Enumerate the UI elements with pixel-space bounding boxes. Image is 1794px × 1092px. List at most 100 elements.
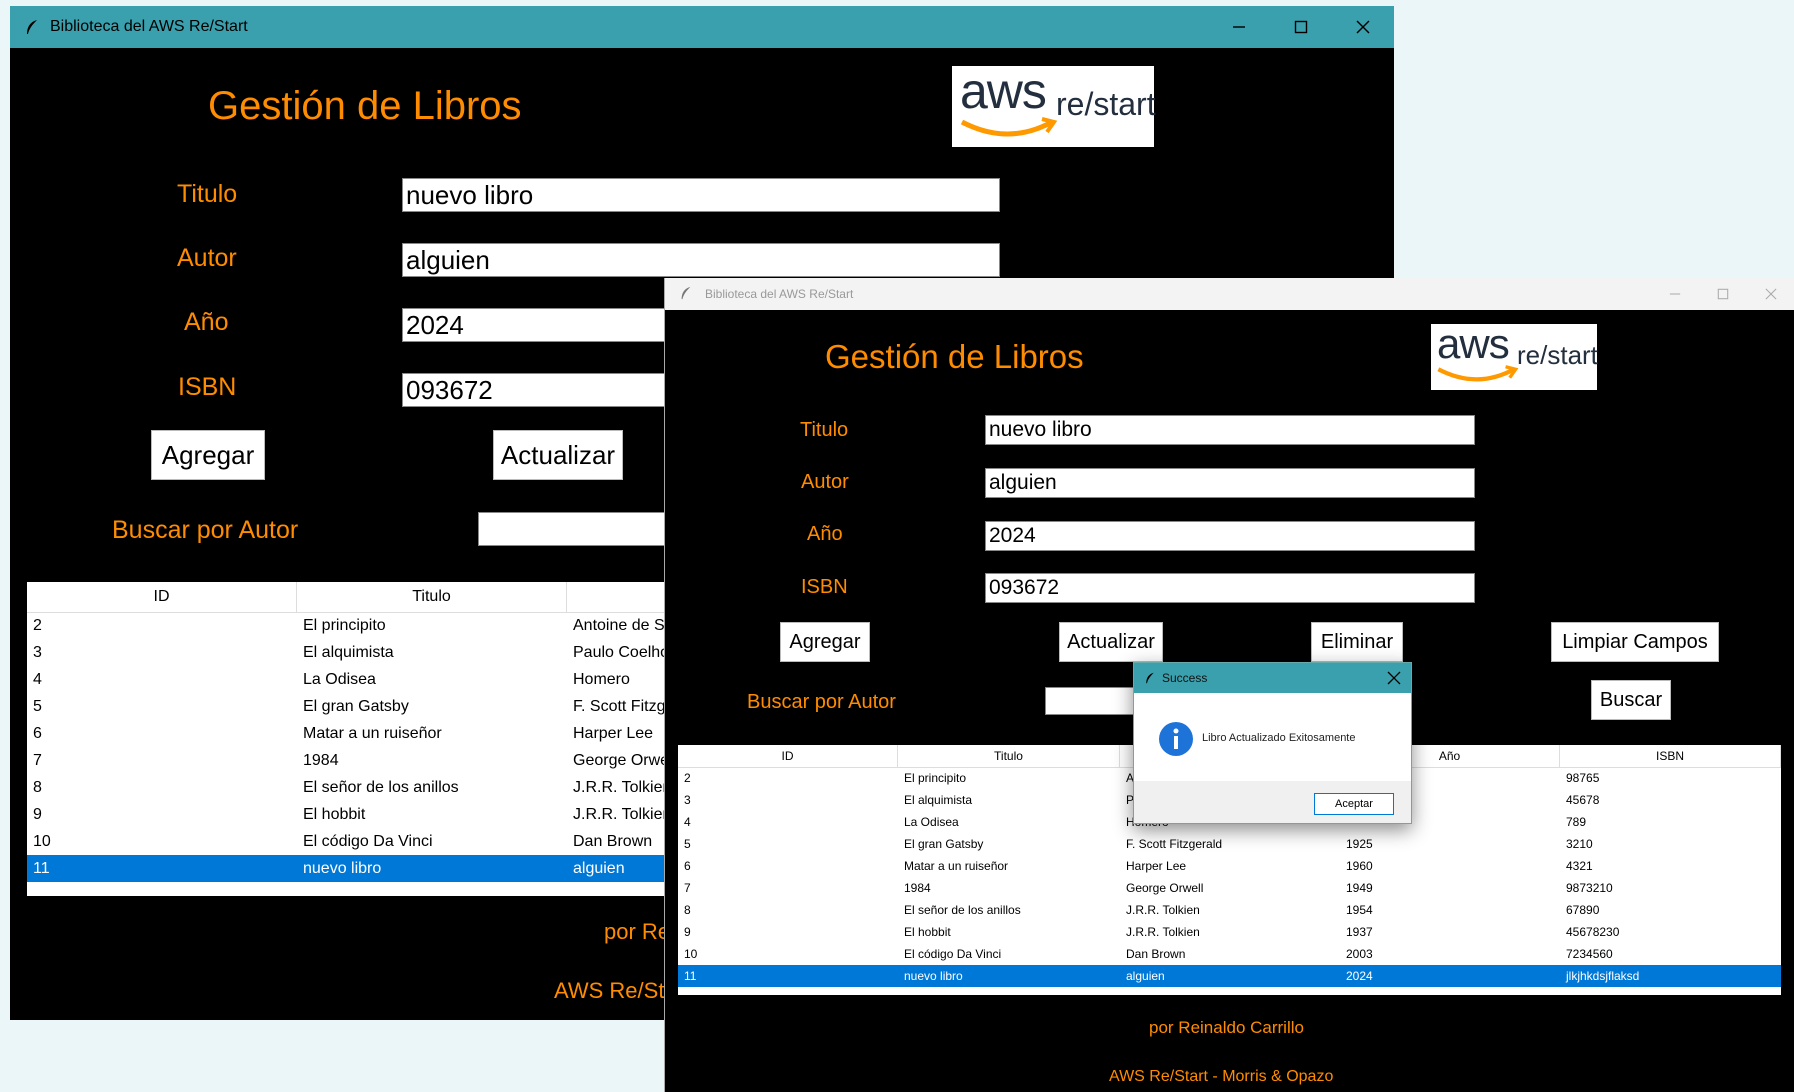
table-cell: 11 (684, 969, 697, 983)
table-cell: 789 (1566, 815, 1587, 829)
actualizar-button[interactable]: Actualizar (493, 430, 623, 480)
window-title: Biblioteca del AWS Re/Start (50, 18, 248, 35)
table-row[interactable]: 6 Matar a un ruiseñor Harper Lee 1960 4321 (678, 855, 1781, 877)
table-cell: 1949 (1346, 881, 1373, 895)
dialog-titlebar[interactable]: Success (1134, 663, 1411, 693)
table-cell: El principito (904, 771, 967, 785)
column-header-id[interactable]: ID (678, 745, 898, 767)
titulo-input[interactable]: nuevo libro (985, 415, 1475, 445)
actualizar-button[interactable]: Actualizar (1059, 622, 1163, 662)
table-cell: 7 (684, 881, 691, 895)
info-icon (1158, 721, 1194, 762)
column-header-titulo[interactable]: Titulo (898, 745, 1120, 767)
isbn-input[interactable]: 093672 (985, 573, 1475, 603)
table-cell: 1925 (1346, 837, 1373, 851)
footer-author: por Re (604, 919, 671, 944)
titulo-label: Titulo (177, 180, 238, 208)
table-cell: 2003 (1346, 947, 1373, 961)
buscar-autor-input[interactable] (1045, 687, 1135, 715)
table-cell: 5 (684, 837, 691, 851)
table-cell: 9 (33, 806, 42, 823)
dialog-message: Libro Actualizado Exitosamente (1202, 732, 1356, 744)
column-header-titulo[interactable]: Titulo (297, 582, 567, 612)
table-cell: El principito (303, 617, 386, 634)
table-cell: El código Da Vinci (904, 947, 1002, 961)
table-cell: El hobbit (904, 925, 951, 939)
table-cell: Matar a un ruiseñor (303, 725, 442, 742)
eliminar-button[interactable]: Eliminar (1311, 622, 1403, 662)
table-cell: 7 (33, 752, 42, 769)
table-row[interactable]: 10 El código Da Vinci Dan Brown 2003 7234560 (678, 943, 1781, 965)
window-titlebar[interactable]: Biblioteca del AWS Re/Start (665, 278, 1794, 310)
table-cell: 4 (684, 815, 691, 829)
page-title: Gestión de Libros (825, 338, 1084, 375)
table-row[interactable]: 7 1984 George Orwell 1949 9873210 (678, 877, 1781, 899)
buscar-button[interactable]: Buscar (1591, 680, 1671, 720)
table-cell: nuevo libro (904, 969, 963, 983)
agregar-button[interactable]: Agregar (780, 622, 870, 662)
close-icon[interactable] (1387, 671, 1401, 685)
table-cell: 6 (684, 859, 691, 873)
column-header-isbn[interactable]: ISBN (1560, 745, 1781, 767)
table-cell: 3 (684, 793, 691, 807)
isbn-label: ISBN (178, 373, 237, 401)
maximize-icon[interactable] (1699, 278, 1747, 310)
table-row[interactable]: 5 El gran Gatsby F. Scott Fitzgerald 1925 32… (678, 833, 1781, 855)
table-cell: La Odisea (303, 671, 376, 688)
table-cell: J.R.R. Tolkien (1126, 925, 1200, 939)
table-cell: 67890 (1566, 903, 1600, 917)
limpiar-campos-button[interactable]: Limpiar Campos (1551, 622, 1719, 662)
table-cell: 9873210 (1566, 881, 1613, 895)
maximize-icon[interactable] (1270, 6, 1332, 48)
window-titlebar[interactable]: Biblioteca del AWS Re/Start (10, 6, 1394, 48)
table-row[interactable]: 11 nuevo libro alguien 2024 jlkjhkdsjflaksd (678, 965, 1781, 987)
feather-icon (24, 19, 40, 35)
column-header-id[interactable]: ID (27, 582, 297, 612)
buscar-autor-label: Buscar por Autor (747, 691, 896, 713)
table-cell: El alquimista (303, 644, 394, 661)
table-cell: 2 (684, 771, 691, 785)
table-cell: El gran Gatsby (904, 837, 984, 851)
autor-label: Autor (801, 471, 849, 493)
agregar-button[interactable]: Agregar (151, 430, 265, 480)
feather-icon (679, 286, 695, 302)
titulo-input[interactable]: nuevo libro (402, 178, 1000, 212)
autor-label: Autor (177, 244, 237, 272)
table-cell: La Odisea (904, 815, 959, 829)
feather-icon (1144, 672, 1156, 684)
table-cell: El código Da Vinci (303, 833, 433, 850)
minimize-icon[interactable] (1651, 278, 1699, 310)
table-row[interactable]: 8 El señor de los anillos J.R.R. Tolkien 19… (678, 899, 1781, 921)
table-cell: 3 (33, 644, 42, 661)
table-cell: 11 (33, 860, 50, 877)
table-cell: nuevo libro (303, 860, 382, 877)
close-icon[interactable] (1747, 278, 1794, 310)
table-cell: 45678230 (1566, 925, 1620, 939)
autor-input[interactable]: alguien (985, 468, 1475, 498)
table-row[interactable]: 9 El hobbit J.R.R. Tolkien 1937 45678230 (678, 921, 1781, 943)
table-cell: Harper Lee (1126, 859, 1187, 873)
table-cell: 7234560 (1566, 947, 1613, 961)
table-cell: El señor de los anillos (904, 903, 1021, 917)
autor-input[interactable]: alguien (402, 243, 1000, 277)
isbn-label: ISBN (801, 576, 848, 598)
minimize-icon[interactable] (1208, 6, 1270, 48)
anio-input[interactable]: 2024 (985, 521, 1475, 551)
table-cell: Dan Brown (1126, 947, 1186, 961)
table-cell: 98765 (1566, 771, 1600, 785)
close-icon[interactable] (1332, 6, 1394, 48)
titulo-label: Titulo (800, 419, 849, 441)
table-cell: jlkjhkdsjflaksd (1566, 969, 1640, 983)
table-cell: George Orwell (1126, 881, 1204, 895)
table-cell: 10 (684, 947, 698, 961)
aws-restart-logo: aws re/start (1431, 320, 1598, 390)
footer-credits: AWS Re/Start - Morris & Opazo (1109, 1068, 1334, 1085)
aceptar-button[interactable]: Aceptar (1314, 793, 1394, 815)
window-title: Biblioteca del AWS Re/Start (705, 287, 854, 301)
table-cell: 6 (33, 725, 42, 742)
table-cell: 3210 (1566, 837, 1593, 851)
table-cell: 8 (33, 779, 42, 796)
table-cell: 4321 (1566, 859, 1593, 873)
table-cell: 2 (33, 617, 42, 634)
table-cell: 5 (33, 698, 42, 715)
